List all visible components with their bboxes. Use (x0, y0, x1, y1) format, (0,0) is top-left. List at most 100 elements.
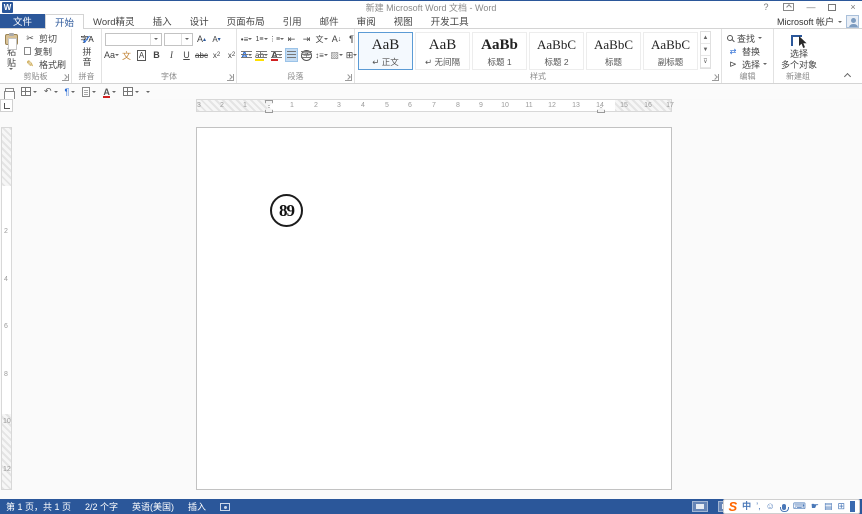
tab-file[interactable]: 文件 (0, 14, 45, 28)
help-icon[interactable]: ? (759, 2, 773, 12)
pinyin-button[interactable]: 字A ✓ 拼音 (75, 31, 99, 71)
qat-font-color-button[interactable]: A (101, 85, 118, 98)
word-count[interactable]: 2/2 个字 (85, 500, 118, 513)
ruler-number: 8 (456, 102, 460, 109)
numbering-button[interactable]: 1≡ (255, 32, 268, 46)
document-workspace[interactable]: 3 2 1 1 2 3 4 5 6 7 8 9 10 11 12 13 14 1… (0, 99, 862, 499)
avatar[interactable] (846, 15, 859, 28)
select-button[interactable]: ⊳选择 (725, 58, 770, 70)
tab-developer[interactable]: 开发工具 (422, 14, 478, 28)
find-button[interactable]: 查找 (725, 32, 770, 44)
tab-word-genie[interactable]: Word精灵 (84, 14, 144, 28)
cut-button[interactable]: ✂剪切 (22, 32, 68, 44)
horizontal-ruler[interactable]: 3 2 1 1 2 3 4 5 6 7 8 9 10 11 12 13 14 1… (196, 99, 672, 112)
read-mode-view-icon[interactable] (692, 501, 708, 512)
character-border-button[interactable]: A (135, 48, 148, 62)
replace-button[interactable]: ⇄替换 (725, 45, 770, 57)
close-icon[interactable]: × (846, 2, 860, 12)
font-size-combobox[interactable] (164, 33, 193, 46)
shrink-font-button[interactable]: A▾ (210, 32, 223, 46)
style-no-spacing[interactable]: AaB ↵ 无间隔 (415, 32, 470, 70)
vertical-ruler[interactable]: 2 4 6 8 10 12 (0, 99, 13, 499)
qat-page-button[interactable] (80, 85, 98, 98)
qat-format-button[interactable]: ¶ (63, 85, 78, 98)
ime-edge-handle[interactable] (850, 501, 855, 512)
style-heading2[interactable]: AaBbC 标题 2 (529, 32, 584, 70)
minimize-icon[interactable]: — (804, 2, 818, 12)
paste-button[interactable]: 粘贴 (3, 31, 20, 71)
increase-indent-button[interactable]: ⇥ (300, 32, 313, 46)
font-name-combobox[interactable] (105, 33, 162, 46)
collapse-ribbon-icon[interactable] (844, 73, 851, 80)
line-spacing-button[interactable]: ↕≡ (315, 48, 328, 62)
style-subtitle[interactable]: AaBbC 副标题 (643, 32, 698, 70)
phonetic-guide-button[interactable]: 文 (120, 48, 133, 62)
style-normal[interactable]: AaB ↵ 正文 (358, 32, 413, 70)
insert-mode-indicator[interactable]: 插入 (188, 500, 206, 513)
qat-customize-button[interactable] (144, 85, 152, 98)
styles-dialog-launcher[interactable] (712, 74, 719, 81)
soft-keyboard-icon[interactable]: ⌨ (793, 500, 806, 513)
strikethrough-button[interactable]: abc (195, 48, 208, 62)
grow-font-button[interactable]: A▴ (195, 32, 208, 46)
tab-home[interactable]: 开始 (45, 14, 84, 29)
sort-button[interactable]: A↓ (330, 32, 343, 46)
align-left-button[interactable] (240, 48, 253, 62)
style-gallery-scroll[interactable]: ▲ ▼ ⊽ (700, 31, 711, 69)
format-painter-button[interactable]: ✎格式刷 (22, 58, 68, 70)
tab-mailings[interactable]: 邮件 (311, 14, 348, 28)
change-case-button[interactable]: Aa (105, 48, 118, 62)
select-multiple-objects-button[interactable]: 选择多个对象 (777, 31, 821, 71)
qat-table-button[interactable] (19, 85, 39, 98)
tab-page-layout[interactable]: 页面布局 (218, 14, 274, 28)
align-right-button[interactable] (270, 48, 283, 62)
distribute-button[interactable] (300, 48, 313, 62)
emoji-icon[interactable]: ☺ (766, 500, 775, 513)
enclosed-character[interactable]: 89 (270, 194, 303, 227)
style-heading1[interactable]: AaBb 标题 1 (472, 32, 527, 70)
clipboard-dialog-launcher[interactable] (62, 74, 69, 81)
bullets-button[interactable]: •≡ (240, 32, 253, 46)
style-title[interactable]: AaBbC 标题 (586, 32, 641, 70)
decrease-indent-button[interactable]: ⇤ (285, 32, 298, 46)
microphone-icon[interactable] (782, 504, 786, 510)
italic-button[interactable]: I (165, 48, 178, 62)
qat-undo-button[interactable]: ↶ (42, 85, 60, 98)
paragraph-dialog-launcher[interactable] (345, 74, 352, 81)
ruler-number: 16 (644, 102, 652, 109)
ribbon-display-options-icon[interactable] (783, 3, 794, 11)
restore-icon[interactable] (828, 4, 836, 11)
underline-button[interactable]: U (180, 48, 193, 62)
ime-punctuation-toggle[interactable]: ’, (756, 500, 761, 513)
account-area[interactable]: Microsoft 帐户 (777, 14, 859, 29)
tab-references[interactable]: 引用 (274, 14, 311, 28)
tab-review[interactable]: 审阅 (348, 14, 385, 28)
qat-switch-windows-button[interactable] (3, 85, 16, 98)
tab-selector[interactable] (0, 99, 13, 112)
style-more-icon[interactable]: ⊽ (701, 56, 710, 68)
tab-view[interactable]: 视图 (385, 14, 422, 28)
qat-grid-button[interactable] (121, 85, 141, 98)
toolbox-icon[interactable]: ⊞ (837, 500, 845, 513)
hand-input-icon[interactable]: ☛ (811, 500, 819, 513)
style-scroll-up-icon[interactable]: ▲ (701, 32, 710, 44)
shading-button[interactable]: ▨ (330, 48, 343, 62)
page-indicator[interactable]: 第 1 页，共 1 页 (6, 500, 71, 513)
align-center-button[interactable] (255, 48, 268, 62)
tab-insert[interactable]: 插入 (144, 14, 181, 28)
style-scroll-down-icon[interactable]: ▼ (701, 44, 710, 56)
font-dialog-launcher[interactable] (227, 74, 234, 81)
justify-button[interactable] (285, 48, 298, 62)
subscript-button[interactable]: x2 (210, 48, 223, 62)
sogou-logo-icon[interactable]: S (728, 500, 737, 513)
tab-design[interactable]: 设计 (181, 14, 218, 28)
bold-button[interactable]: B (150, 48, 163, 62)
language-indicator[interactable]: 英语(美国) (132, 500, 174, 513)
macro-record-icon[interactable] (220, 503, 230, 511)
document-page[interactable]: 89 (196, 127, 672, 490)
skin-icon[interactable]: ▤ (824, 500, 833, 513)
copy-button[interactable]: 复制 (22, 45, 68, 57)
ime-language-toggle[interactable]: 中 (742, 500, 751, 513)
multilevel-list-button[interactable]: ⋮≡ (270, 32, 283, 46)
asian-layout-button[interactable]: 文 (315, 32, 328, 46)
